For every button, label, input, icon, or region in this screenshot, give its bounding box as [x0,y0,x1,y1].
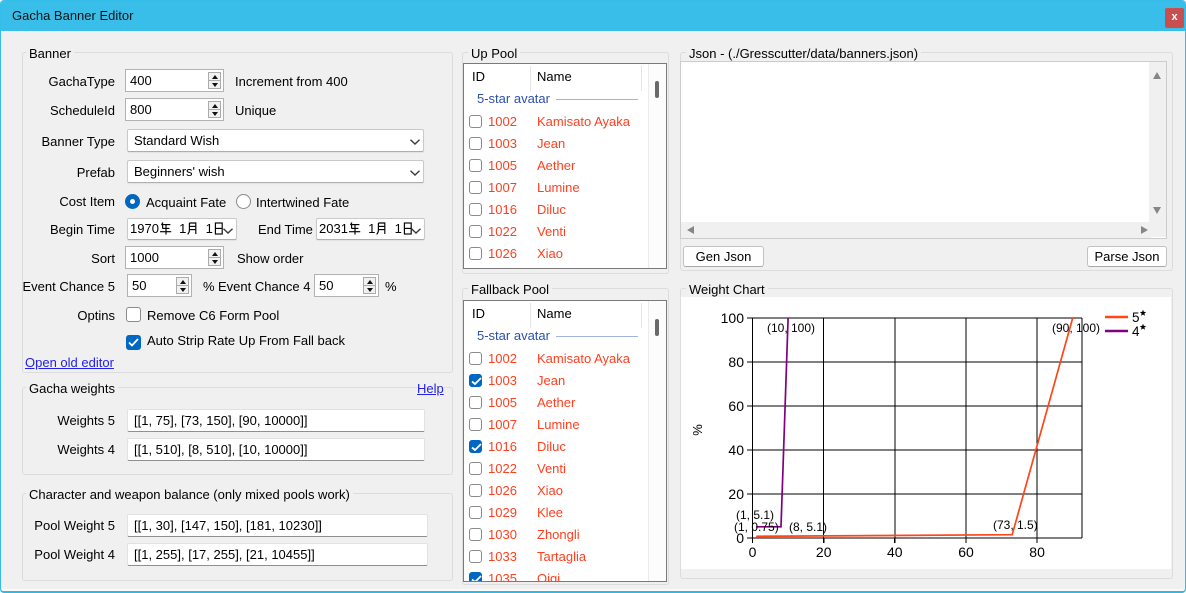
svg-text:%: % [690,424,705,436]
svg-text:60: 60 [958,544,974,560]
svg-text:(10, 100): (10, 100) [767,321,815,335]
svg-text:0: 0 [749,544,757,560]
svg-text:(8, 5.1): (8, 5.1) [789,520,827,534]
svg-text:40: 40 [887,544,903,560]
svg-text:(90, 100): (90, 100) [1052,321,1100,335]
svg-text:(73, 1.5): (73, 1.5) [993,518,1038,532]
svg-text:(1, 0.75): (1, 0.75) [734,520,779,534]
svg-text:20: 20 [728,486,744,502]
svg-text:100: 100 [721,310,745,326]
svg-text:20: 20 [816,544,832,560]
svg-text:5: 5 [1132,310,1140,325]
svg-text:80: 80 [1029,544,1045,560]
svg-text:60: 60 [728,398,744,414]
svg-text:40: 40 [728,442,744,458]
svg-text:4: 4 [1132,324,1140,339]
svg-text:80: 80 [728,354,744,370]
